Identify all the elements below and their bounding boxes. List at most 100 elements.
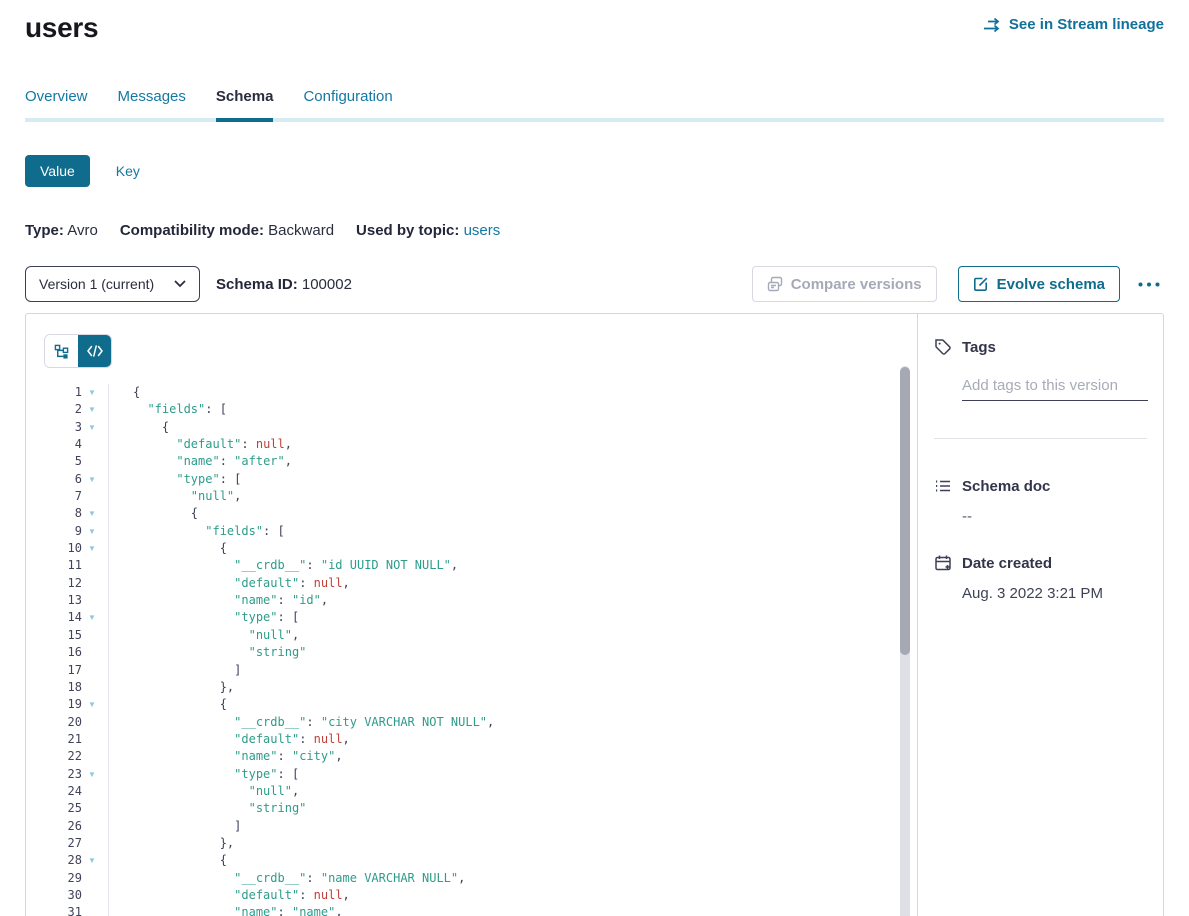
fold-caret-icon[interactable]: ▼ [82,540,102,557]
line-number: 22 [44,748,82,765]
fold-caret-icon[interactable]: ▼ [82,401,102,418]
add-tags-input[interactable] [962,377,1148,401]
code-text: "null", [108,783,299,800]
used-by-topic: Used by topic: users [356,222,500,239]
code-line: 27 }, [44,835,917,852]
schema-doc-heading: Schema doc [934,477,1147,495]
schema-sidebar: Tags Schema doc -- [917,314,1163,916]
sidebar-divider [934,438,1147,439]
fold-caret-icon[interactable]: ▼ [82,419,102,436]
code-line: 2▼ "fields": [ [44,401,917,418]
code-line: 15 "null", [44,627,917,644]
code-line: 18 }, [44,679,917,696]
line-number: 31 [44,904,82,916]
version-select[interactable]: Version 1 (current) [25,266,200,302]
schema-id: Schema ID: 100002 [216,276,352,293]
type-label: Type: [25,222,64,239]
fold-caret-icon[interactable]: ▼ [82,766,102,783]
code-text: "null", [108,488,241,505]
date-created-value: Aug. 3 2022 3:21 PM [962,585,1147,602]
code-text: }, [108,835,234,852]
tree-hierarchy-icon [54,344,69,359]
line-number: 5 [44,453,82,470]
fold-caret-icon[interactable]: ▼ [82,523,102,540]
code-line: 16 "string" [44,644,917,661]
tree-view-button[interactable] [45,335,78,367]
tab-overview[interactable]: Overview [25,88,88,118]
code-view-button[interactable] [78,335,111,367]
editor-scrollbar[interactable] [900,366,910,916]
line-number: 13 [44,592,82,609]
value-key-toggle: Value Key [25,155,1164,187]
line-number: 30 [44,887,82,904]
fold-caret-icon[interactable]: ▼ [82,384,102,401]
list-icon [934,477,952,495]
code-text: "default": null, [108,887,350,904]
code-line: 21 "default": null, [44,731,917,748]
editor-scrollbar-thumb[interactable] [900,367,910,655]
fold-caret-icon[interactable]: ▼ [82,852,102,869]
line-number: 18 [44,679,82,696]
code-text: "type": [ [108,471,241,488]
line-number: 24 [44,783,82,800]
code-text: "type": [ [108,766,299,783]
fold-caret-icon[interactable]: ▼ [82,471,102,488]
line-number: 9 [44,523,82,540]
fold-caret-icon[interactable]: ▼ [82,505,102,522]
tab-bar: Overview Messages Schema Configuration [25,88,1164,122]
see-in-stream-lineage-link[interactable]: See in Stream lineage [982,16,1164,33]
line-number: 19 [44,696,82,713]
value-toggle-button[interactable]: Value [25,155,90,187]
more-actions-button[interactable] [1134,276,1164,293]
code-text: "type": [ [108,609,299,626]
tab-messages[interactable]: Messages [118,88,186,118]
code-line: 9▼ "fields": [ [44,523,917,540]
line-number: 1 [44,384,82,401]
line-number: 3 [44,419,82,436]
code-line: 12 "default": null, [44,575,917,592]
line-number: 4 [44,436,82,453]
line-number: 17 [44,662,82,679]
code-line: 17 ] [44,662,917,679]
code-text: { [108,540,227,557]
topic-link[interactable]: users [464,222,501,239]
code-text: "fields": [ [108,523,285,540]
line-number: 27 [44,835,82,852]
code-line: 24 "null", [44,783,917,800]
code-text: "name": "city", [108,748,343,765]
line-number: 12 [44,575,82,592]
stream-lineage-label: See in Stream lineage [1009,16,1164,33]
code-line: 31 "name": "name", [44,904,917,916]
page-title: users [25,12,98,44]
code-text: "default": null, [108,731,350,748]
fold-caret-icon[interactable]: ▼ [82,609,102,626]
ellipsis-icon [1138,282,1160,287]
code-line: 3▼ { [44,419,917,436]
code-lines[interactable]: 1▼{2▼ "fields": [3▼ {4 "default": null,5… [44,384,917,916]
view-mode-toggle [44,334,112,368]
compare-versions-label: Compare versions [791,276,922,293]
code-text: "name": "name", [108,904,343,916]
code-text: "__crdb__": "city VARCHAR NOT NULL", [108,714,494,731]
code-text: "fields": [ [108,401,227,418]
code-line: 26 ] [44,818,917,835]
tab-schema[interactable]: Schema [216,88,274,118]
date-created-label: Date created [962,555,1052,572]
code-text: { [108,696,227,713]
compare-versions-button[interactable]: Compare versions [752,266,937,302]
code-line: 4 "default": null, [44,436,917,453]
schema-detail-panel: 1▼{2▼ "fields": [3▼ {4 "default": null,5… [25,313,1164,916]
line-number: 8 [44,505,82,522]
code-line: 29 "__crdb__": "name VARCHAR NULL", [44,870,917,887]
code-text: { [108,852,227,869]
tab-configuration[interactable]: Configuration [303,88,392,118]
calendar-plus-icon [934,554,952,572]
line-number: 16 [44,644,82,661]
code-line: 13 "name": "id", [44,592,917,609]
line-number: 23 [44,766,82,783]
key-toggle-link[interactable]: Key [116,163,140,179]
line-number: 28 [44,852,82,869]
fold-caret-icon[interactable]: ▼ [82,696,102,713]
evolve-schema-button[interactable]: Evolve schema [958,266,1120,302]
line-number: 10 [44,540,82,557]
